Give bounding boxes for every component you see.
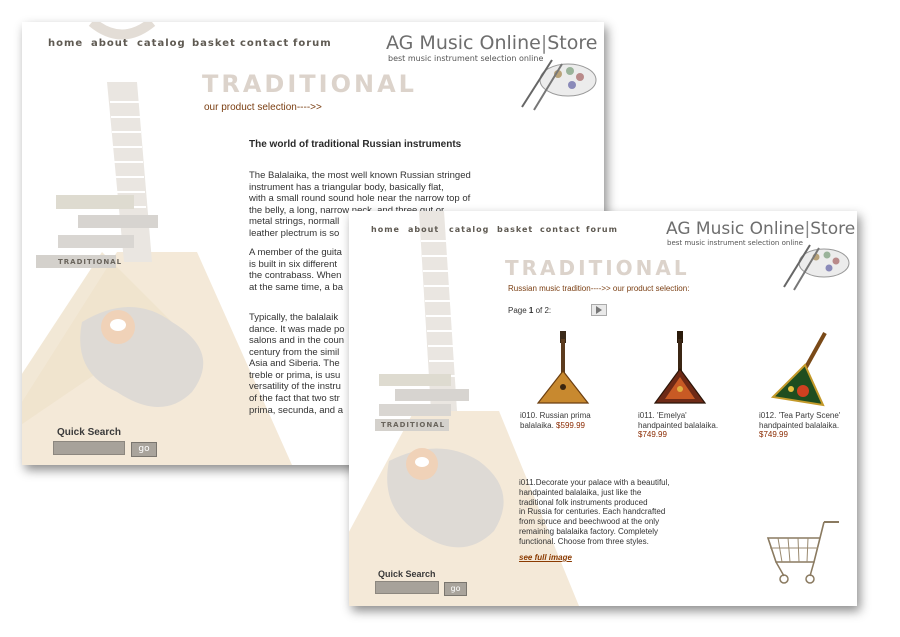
product-card-i010[interactable]: i010. Russian prima balalaika. $599.99 bbox=[520, 411, 610, 430]
product-description: i011.Decorate your palace with a beautif… bbox=[519, 478, 670, 546]
product-card-i011[interactable]: i011. 'Emelya' handpainted balalaika. $74… bbox=[638, 411, 728, 440]
nav-forum[interactable]: forum bbox=[293, 38, 332, 49]
logo-name: AG Music Online|Store bbox=[666, 219, 856, 239]
breadcrumb[interactable]: Russian music tradition---->> our produc… bbox=[508, 284, 689, 293]
side-menu-bar-3[interactable] bbox=[379, 404, 451, 416]
nav-contact[interactable]: contact bbox=[240, 38, 289, 49]
product-image-i012[interactable] bbox=[767, 329, 837, 409]
product-title: i011. 'Emelya' handpainted balalaika. $74… bbox=[638, 411, 719, 440]
article-paragraph-3: Typically, the balalaik dance. It was mad… bbox=[249, 312, 345, 416]
product-price: $749.99 bbox=[759, 430, 788, 440]
product-card-i012[interactable]: i012. 'Tea Party Scene' handpainted bala… bbox=[759, 411, 849, 440]
nav-home[interactable]: home bbox=[371, 225, 400, 234]
nav-home[interactable]: home bbox=[48, 38, 83, 49]
product-selection-link[interactable]: our product selection---->> bbox=[204, 102, 322, 113]
nav-basket[interactable]: basket bbox=[192, 38, 236, 49]
nav-catalog[interactable]: catalog bbox=[137, 38, 186, 49]
side-menu-bar-1[interactable] bbox=[379, 374, 451, 386]
product-price: $599.99 bbox=[556, 420, 585, 430]
pagination: Page 1 of 2: bbox=[508, 306, 551, 315]
side-menu-bar-2[interactable] bbox=[395, 389, 469, 401]
pagination-prefix: Page bbox=[508, 306, 529, 315]
section-title: TRADITIONAL bbox=[202, 70, 417, 98]
next-page-arrow-icon[interactable] bbox=[591, 304, 607, 316]
see-full-image-link[interactable]: see full image bbox=[519, 553, 572, 562]
shopping-cart-icon[interactable] bbox=[764, 516, 849, 596]
quick-search-go-button[interactable]: go bbox=[131, 442, 157, 457]
palette-brush-logo-icon bbox=[783, 244, 850, 291]
product-title: i012. 'Tea Party Scene' handpainted bala… bbox=[759, 411, 841, 440]
side-menu-bar-2[interactable] bbox=[78, 215, 158, 228]
logo-name: AG Music Online|Store bbox=[386, 32, 598, 54]
nav-about[interactable]: about bbox=[408, 225, 439, 234]
side-menu-bar-1[interactable] bbox=[56, 195, 134, 209]
quick-search-label: Quick Search bbox=[378, 569, 436, 579]
nav-forum[interactable]: forum bbox=[586, 225, 618, 234]
product-image-i010[interactable] bbox=[534, 329, 594, 409]
product-price: $749.99 bbox=[638, 430, 667, 440]
quick-search-input[interactable] bbox=[53, 441, 125, 455]
side-menu-traditional-label: TRADITIONAL bbox=[58, 258, 123, 266]
article-paragraph-2: A member of the guita is built in six dif… bbox=[249, 247, 343, 293]
nav-about[interactable]: about bbox=[91, 38, 129, 49]
quick-search-input[interactable] bbox=[375, 581, 439, 594]
article-heading: The world of traditional Russian instrum… bbox=[249, 139, 462, 150]
browser-window-front: home about catalog basket contact forum … bbox=[349, 211, 857, 606]
product-image-i011[interactable] bbox=[651, 329, 711, 409]
nav-basket[interactable]: basket bbox=[497, 225, 533, 234]
quick-search-go-button[interactable]: go bbox=[444, 582, 467, 596]
nav-catalog[interactable]: catalog bbox=[449, 225, 489, 234]
product-title: i010. Russian prima balalaika. $599.99 bbox=[520, 411, 591, 430]
palette-brush-logo-icon bbox=[521, 59, 597, 111]
section-title: TRADITIONAL bbox=[505, 256, 690, 280]
pagination-suffix: of 2: bbox=[533, 306, 552, 315]
side-menu-bar-3[interactable] bbox=[58, 235, 134, 248]
nav-contact[interactable]: contact bbox=[540, 225, 581, 234]
side-menu-traditional-label: TRADITIONAL bbox=[381, 421, 446, 429]
quick-search-label: Quick Search bbox=[57, 427, 121, 438]
